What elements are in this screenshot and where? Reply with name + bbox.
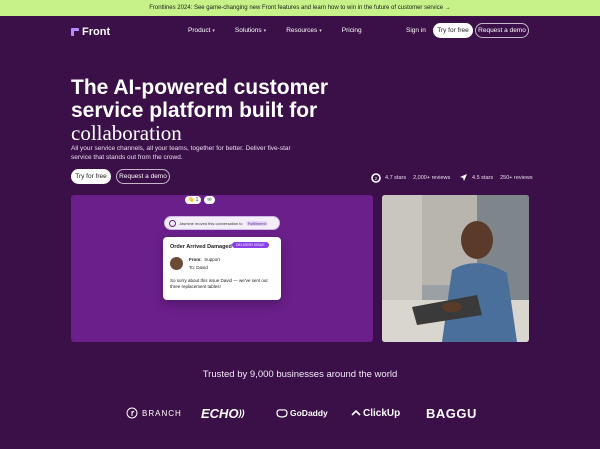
move-notice: Jasmine moved this conversation to Fulfi…	[164, 216, 280, 230]
chevron-down-icon: ▾	[319, 27, 322, 34]
front-logo[interactable]: Front	[71, 26, 110, 38]
svg-text:2: 2	[375, 176, 378, 181]
front-logo-icon	[71, 28, 79, 36]
hero-try-free-button[interactable]: Try for free	[71, 169, 111, 184]
nav-resources[interactable]: Resources ▾	[286, 27, 322, 34]
capterra-icon	[460, 174, 467, 181]
move-icon	[169, 219, 176, 227]
g2-icon: 2	[371, 173, 381, 183]
logo-text: Front	[82, 26, 111, 38]
nav-pricing[interactable]: Pricing	[342, 27, 362, 34]
delivery-issue-tag: DELIVERY ISSUE	[232, 242, 269, 248]
capterra-stars: 4.5 stars	[472, 174, 494, 181]
customer-logos: BRANCH ECHO)) GoDaddy ClickUp BAGGU	[0, 403, 600, 423]
clickup-logo: ClickUp	[351, 403, 400, 423]
nav-product[interactable]: Product ▾	[188, 27, 215, 34]
hero-subtitle: All your service channels, all your team…	[71, 145, 291, 161]
reaction-pills: 👋 1 ✉	[185, 196, 215, 204]
person-working-image	[382, 195, 529, 342]
g2-stars: 4.7 stars	[385, 175, 407, 181]
hero-request-demo-button[interactable]: Request a demo	[116, 169, 170, 184]
comment-pill: ✉	[204, 196, 215, 204]
banner-text[interactable]: Frontlines 2024: See game-changing new F…	[149, 5, 451, 11]
avatar	[170, 257, 183, 270]
card-message: So sorry about this issue David — we've …	[170, 278, 268, 289]
nav-links: Product ▾ Solutions ▾ Resources ▾ Pricing	[188, 27, 362, 34]
g2-reviews: 2,000+ reviews	[413, 175, 451, 181]
trusted-heading: Trusted by 9,000 businesses around the w…	[202, 369, 398, 380]
reaction-pill: 👋 1	[185, 196, 202, 204]
branch-logo: BRANCH	[126, 403, 182, 423]
fulfillment-tag: Fulfillment	[245, 220, 268, 226]
hero-title: The AI-powered customer service platform…	[71, 76, 391, 145]
signin-link[interactable]: Sign in	[406, 27, 426, 34]
capterra-reviews: 250+ reviews	[500, 174, 533, 181]
to-line: To: David	[189, 265, 208, 270]
nav-solutions[interactable]: Solutions ▾	[235, 27, 266, 34]
godaddy-logo: GoDaddy	[276, 403, 328, 423]
conversation-card: Order Arrived Damaged DELIVERY ISSUE Fro…	[163, 237, 281, 300]
from-line: From: Support	[189, 257, 221, 262]
announcement-banner[interactable]: Frontlines 2024: See game-changing new F…	[0, 0, 600, 16]
branch-icon	[126, 407, 138, 419]
hero-title-line1: The AI-powered customer	[71, 76, 329, 99]
nav-try-free-button[interactable]: Try for free	[433, 23, 473, 38]
nav-request-demo-button[interactable]: Request a demo	[475, 23, 529, 38]
hero-title-line2: service platform built for	[71, 99, 318, 122]
top-nav: Front Product ▾ Solutions ▾ Resources ▾ Pri…	[0, 16, 600, 46]
chevron-down-icon: ▾	[212, 27, 215, 34]
customer-photo	[382, 195, 529, 342]
hero-title-line3: collaboration	[71, 121, 182, 145]
chevron-down-icon: ▾	[263, 27, 267, 34]
clickup-icon	[351, 409, 361, 416]
capterra-rating: 4.5 stars 250+ reviews	[459, 173, 533, 182]
echo-logo: ECHO))	[201, 405, 245, 421]
card-title: Order Arrived Damaged	[170, 244, 232, 250]
baggu-logo: BAGGU	[426, 405, 477, 421]
godaddy-icon	[276, 409, 288, 418]
g2-rating: 2 4.7 stars 2,000+ reviews	[371, 173, 450, 183]
product-demo-panel: 👋 1 ✉ Jasmine moved this conversation to…	[71, 195, 373, 342]
